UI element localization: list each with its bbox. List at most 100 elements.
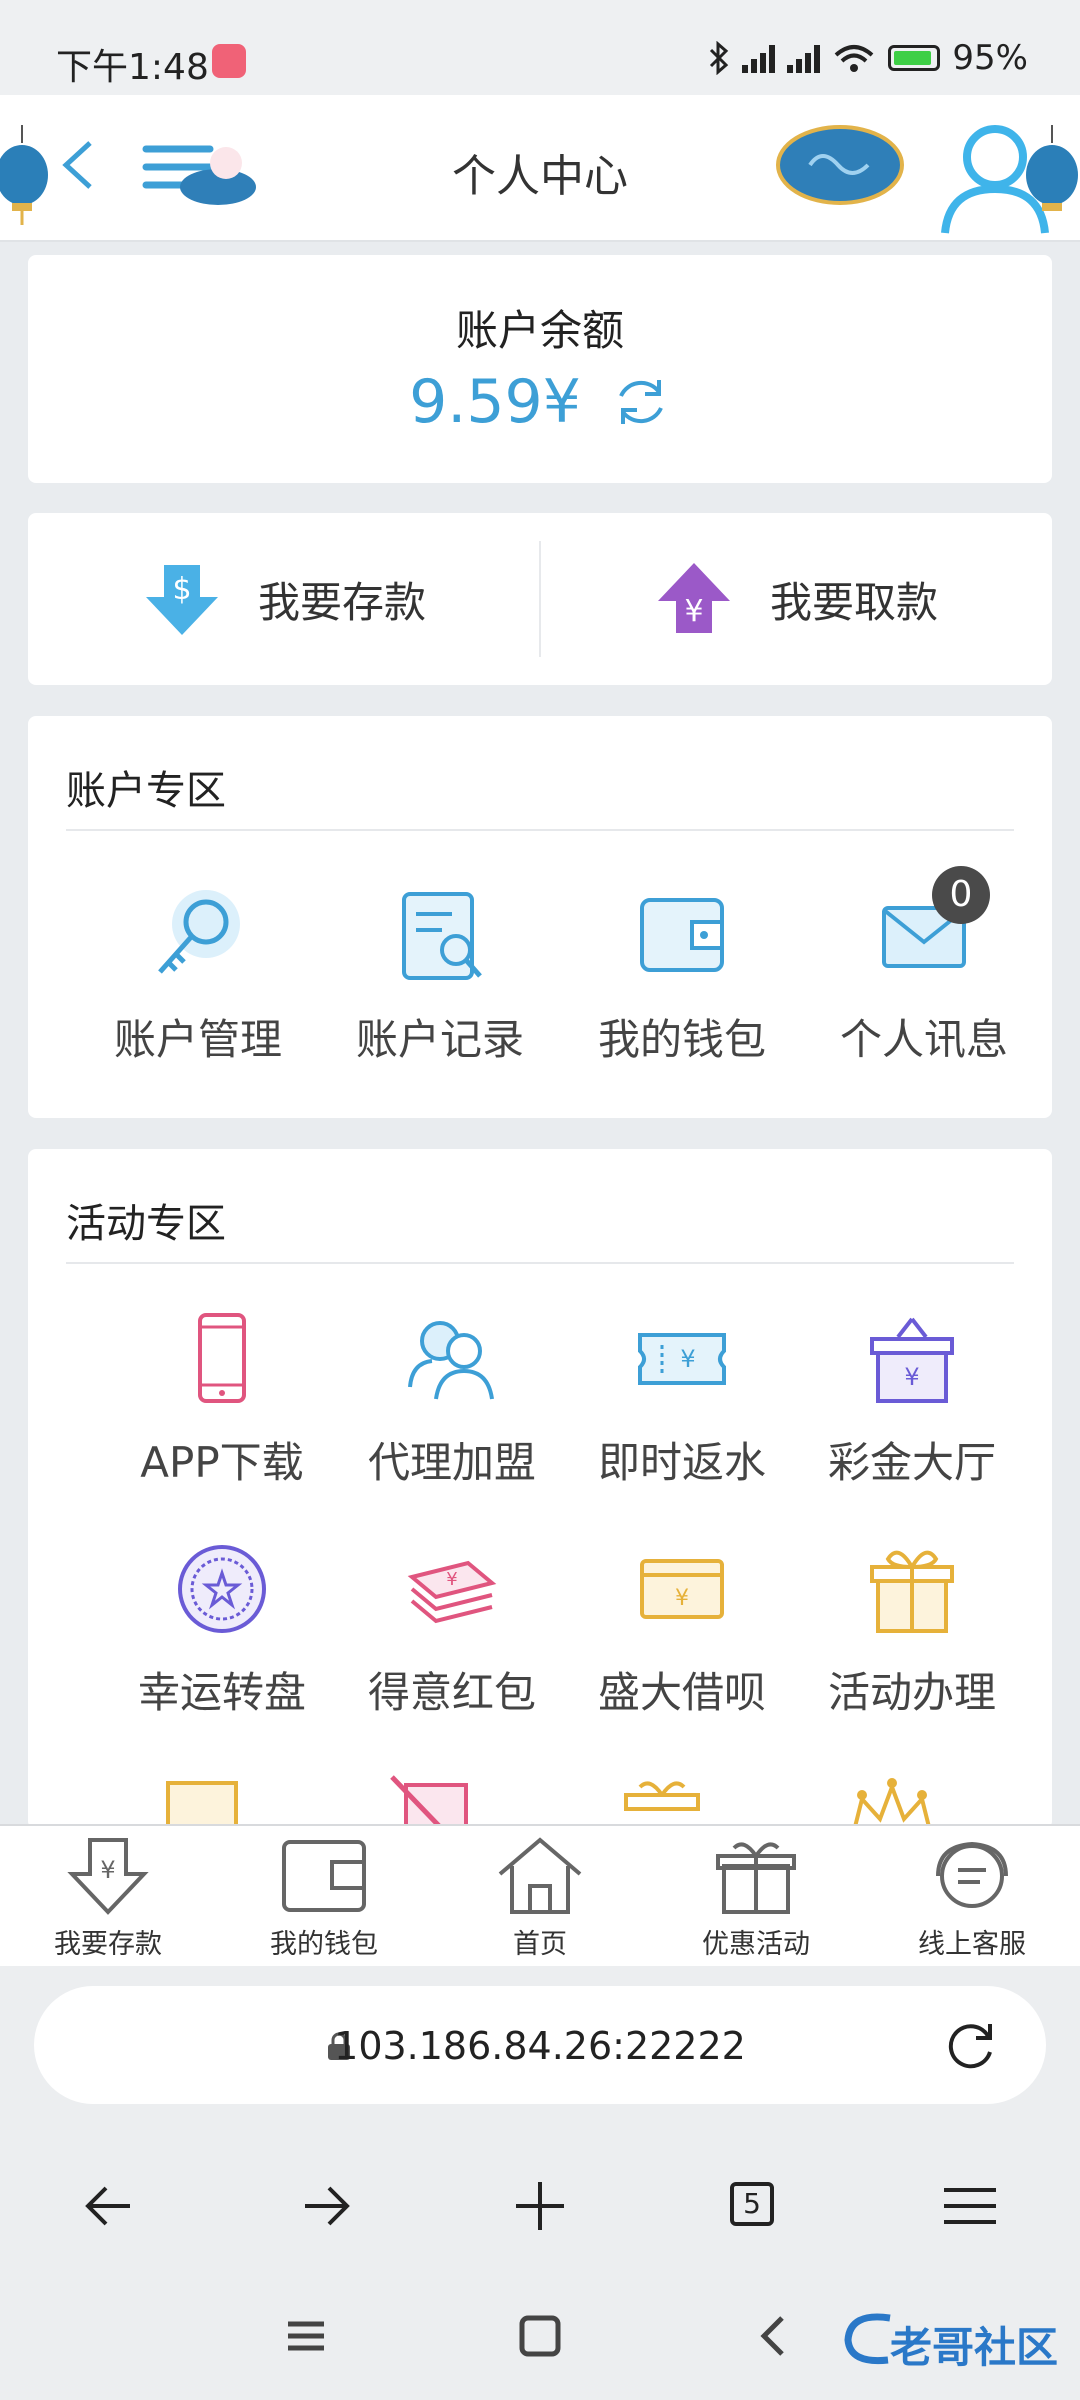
menu-icon[interactable] [930,2166,1010,2246]
ticket-icon: ¥ [638,1333,726,1385]
users-icon [408,1321,494,1400]
tabs-button[interactable]: 5 [714,2166,794,2246]
tab-promotions[interactable]: 优惠活动 [648,1836,864,1961]
bonus-hall-item[interactable]: ¥ 彩金大厅 [792,1309,1032,1490]
deposit-icon: ¥ [67,1838,149,1915]
agent-join-item[interactable]: 代理加盟 [332,1309,572,1490]
section-title: 活动专区 [66,1201,226,1247]
tab-wallet[interactable]: 我的钱包 [216,1836,432,1961]
balance-card: 账户余额 9.59¥ [28,255,1052,483]
divider [66,829,1014,831]
item-label: 账户管理 [113,1015,282,1064]
battery-percent: 95% [952,38,1028,78]
url-text: 103.186.84.26:22222 [334,2024,746,2068]
divider [66,1262,1014,1264]
home-square-icon[interactable] [500,2296,580,2376]
key-icon [158,890,240,974]
crown-icon [852,1778,932,1829]
balance-value: 9.59¥ [409,367,581,437]
refresh-icon[interactable] [611,372,671,432]
svg-text:¥: ¥ [680,1345,695,1373]
tab-label: 线上客服 [918,1929,1026,1960]
svg-text:$: $ [172,572,191,607]
wheel-icon [178,1545,266,1633]
deposit-label: 我要存款 [257,577,426,627]
svg-text:¥: ¥ [904,1363,919,1391]
status-time: 下午1:48 [56,47,209,88]
item-label: 得意红包 [367,1668,536,1717]
svg-text:¥: ¥ [675,1586,689,1611]
chat-icon [936,1841,1008,1908]
system-nav-bar: 老哥社区 [0,2296,1080,2376]
watermark-logo: 老哥社区 [840,2306,1070,2376]
url-bar[interactable]: 103.186.84.26:22222 [34,1986,1046,2104]
item-label: 代理加盟 [367,1438,536,1487]
balance-row: 9.59¥ [28,367,1052,437]
svg-text:¥: ¥ [684,594,703,629]
tab-home[interactable]: 首页 [432,1836,648,1961]
tab-label: 我要存款 [54,1929,162,1960]
cloud-decoration-icon [776,125,904,205]
box-icon [166,1781,238,1829]
phone-icon [198,1313,246,1403]
deposit-withdraw-card: $ 我要存款 ¥ 我要取款 [28,513,1052,685]
app-download-item[interactable]: APP下载 [102,1309,342,1490]
signal-icon [787,43,821,73]
lantern-icon [1026,125,1078,211]
status-indicators: 95% [708,38,1028,78]
account-section: 账户专区 账户管理 账户记录 我的钱包 0 个人讯息 [28,716,1052,1118]
account-record-item[interactable]: 账户记录 [320,886,560,1067]
section-title: 账户专区 [66,768,226,814]
account-manage-item[interactable]: 账户管理 [78,886,318,1067]
system-back-icon[interactable] [734,2296,814,2376]
red-packet-item[interactable]: ¥ 得意红包 [332,1539,572,1720]
gift-icon [716,1842,796,1914]
tab-deposit[interactable]: ¥ 我要存款 [0,1836,216,1961]
bottom-tab-bar: ¥ 我要存款 我的钱包 首页 优惠活动 线上客服 [0,1824,1080,1968]
new-tab-icon[interactable] [500,2166,580,2246]
recent-apps-icon[interactable] [266,2296,346,2376]
home-icon [498,1837,582,1914]
personal-message-item[interactable]: 0 个人讯息 [804,866,1044,1067]
item-label: 彩金大厅 [827,1438,996,1487]
lucky-wheel-item[interactable]: 幸运转盘 [102,1539,342,1720]
signal-icon [742,43,776,73]
notification-app-icon [212,44,246,78]
message-badge: 0 [932,866,990,924]
item-label: 即时返水 [597,1438,766,1487]
gift-icon [624,1781,700,1811]
item-label: 盛大借呗 [597,1668,766,1717]
record-search-icon [402,892,482,980]
tab-label: 优惠活动 [702,1929,810,1960]
deposit-arrow-icon: $ [145,565,218,635]
browser-nav-row: 5 [0,2166,1080,2246]
item-label: 活动办理 [827,1668,996,1717]
notepad-icon [390,1775,468,1829]
back-arrow-icon[interactable] [70,2166,150,2246]
loan-item[interactable]: ¥ 盛大借呗 [562,1539,802,1720]
wifi-icon [835,45,874,72]
card-icon: ¥ [640,1559,724,1619]
item-label: 我的钱包 [597,1015,766,1064]
gift-box-icon [870,1550,954,1633]
forward-arrow-icon[interactable] [285,2166,365,2246]
withdraw-label: 我要取款 [769,577,938,627]
tab-customer-service[interactable]: 线上客服 [864,1836,1080,1961]
reload-icon[interactable] [944,2020,998,2074]
watermark-text: 老哥社区 [890,2323,1059,2372]
activity-section: 活动专区 APP下载 代理加盟 ¥ 即时返水 ¥ 彩金大厅 幸运转盘 ¥ 得意红… [28,1149,1052,1829]
money-stack-icon: ¥ [407,1560,497,1624]
svg-text:¥: ¥ [100,1856,115,1884]
tab-count: 5 [730,2182,774,2226]
mail-icon-wrap: 0 [874,866,990,986]
item-label: 个人讯息 [839,1015,1008,1064]
my-wallet-item[interactable]: 我的钱包 [562,886,802,1067]
instant-rebate-item[interactable]: ¥ 即时返水 [562,1309,802,1490]
item-label: 幸运转盘 [137,1668,306,1717]
activity-apply-item[interactable]: 活动办理 [792,1539,1032,1720]
browser-chrome: 103.186.84.26:22222 5 老哥社区 [0,1966,1080,2400]
deposit-button[interactable]: $ 我要存款 [28,513,540,685]
withdraw-button[interactable]: ¥ 我要取款 [540,513,1052,685]
item-label: 账户记录 [355,1015,524,1064]
status-bar: 下午1:48 95% [0,0,1080,95]
